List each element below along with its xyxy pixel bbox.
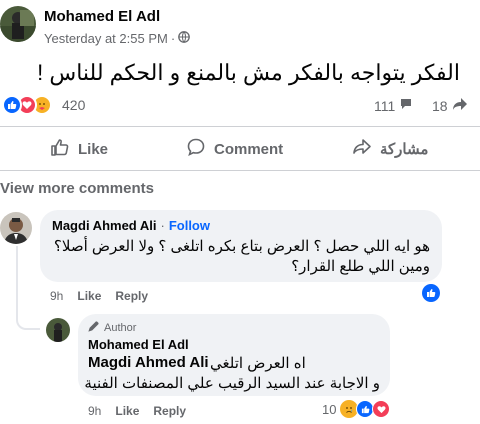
comment-button-label: Comment (214, 140, 284, 158)
reply-text-line-1: اه العرض اتلغي (210, 355, 306, 372)
comment-time[interactable]: 9h (50, 289, 63, 303)
reaction-count[interactable]: 420 (62, 97, 85, 113)
post-author-avatar[interactable] (0, 6, 36, 42)
reply-time[interactable]: 9h (88, 404, 101, 418)
thread-line (16, 246, 40, 330)
reply-author-avatar[interactable] (46, 318, 70, 342)
reply-bubble: Author Mohamed El Adl Magdi Ahmed Ali اه… (78, 314, 390, 396)
comment-bubble-icon (399, 97, 413, 114)
post-timestamp[interactable]: Yesterday at 2:55 PM (44, 31, 168, 46)
comment-bubble: Magdi Ahmed Ali · Follow هو ايه اللي حصل… (40, 210, 442, 282)
reply-reaction-count: 10 (322, 401, 337, 417)
comment-reply-button[interactable]: Reply (115, 289, 148, 303)
comment-count[interactable]: 111 (374, 97, 413, 114)
share-button-label: مشاركة (380, 141, 429, 158)
pencil-icon (88, 320, 100, 335)
thumbs-up-icon (50, 137, 70, 161)
reply-like-button[interactable]: Like (115, 404, 139, 418)
post-text: الفكر يتواجه بالفكر مش بالمنع و الحكم لل… (37, 60, 460, 85)
reply-reactions[interactable]: 10 (322, 400, 391, 418)
share-icon (352, 137, 372, 161)
divider (0, 170, 480, 171)
author-badge: Author (88, 320, 136, 335)
commenter-name[interactable]: Magdi Ahmed Ali (52, 218, 156, 233)
divider (0, 126, 480, 127)
view-more-comments-link[interactable]: View more comments (0, 180, 154, 197)
globe-icon (178, 31, 191, 46)
post-author-name[interactable]: Mohamed El Adl (44, 8, 160, 25)
name-separator: · (160, 218, 165, 233)
reply-actions: 9h Like Reply (88, 404, 186, 418)
share-arrow-icon (452, 97, 468, 114)
reaction-summary[interactable] (2, 95, 52, 115)
comment-text-line: هو ايه اللي حصل ؟ العرض بتاع بكره اتلغى … (53, 238, 430, 255)
share-count-value: 18 (432, 97, 448, 114)
like-button-label: Like (78, 140, 109, 158)
comment-count-value: 111 (374, 97, 396, 114)
comment-button[interactable]: Comment (186, 135, 283, 163)
post-meta: Yesterday at 2:55 PM · (44, 31, 191, 46)
follow-button[interactable]: Follow (169, 218, 210, 233)
share-count[interactable]: 18 (432, 97, 468, 114)
love-icon (372, 400, 391, 418)
reply-author-name[interactable]: Mohamed El Adl (88, 337, 189, 352)
comment-text-line: ومين اللي طلع القرار؟ (291, 258, 430, 275)
commenter-avatar[interactable] (0, 212, 32, 244)
reply-reply-button[interactable]: Reply (153, 404, 186, 418)
like-button[interactable]: Like (50, 135, 108, 163)
comment-actions: 9h Like Reply (50, 289, 148, 303)
reply-text-line-2: و الاجابة عند السيد الرقيب علي المصنفات … (84, 375, 380, 392)
comment-icon (186, 137, 206, 161)
author-badge-label: Author (104, 321, 137, 334)
like-icon (2, 95, 22, 115)
comment-like-button[interactable]: Like (77, 289, 101, 303)
reply-text-line: Magdi Ahmed Ali اه العرض اتلغي (88, 354, 380, 374)
meta-separator: · (170, 31, 176, 46)
mention-link[interactable]: Magdi Ahmed Ali (88, 354, 209, 371)
like-icon[interactable] (422, 284, 440, 302)
share-button[interactable]: مشاركة (352, 135, 428, 163)
